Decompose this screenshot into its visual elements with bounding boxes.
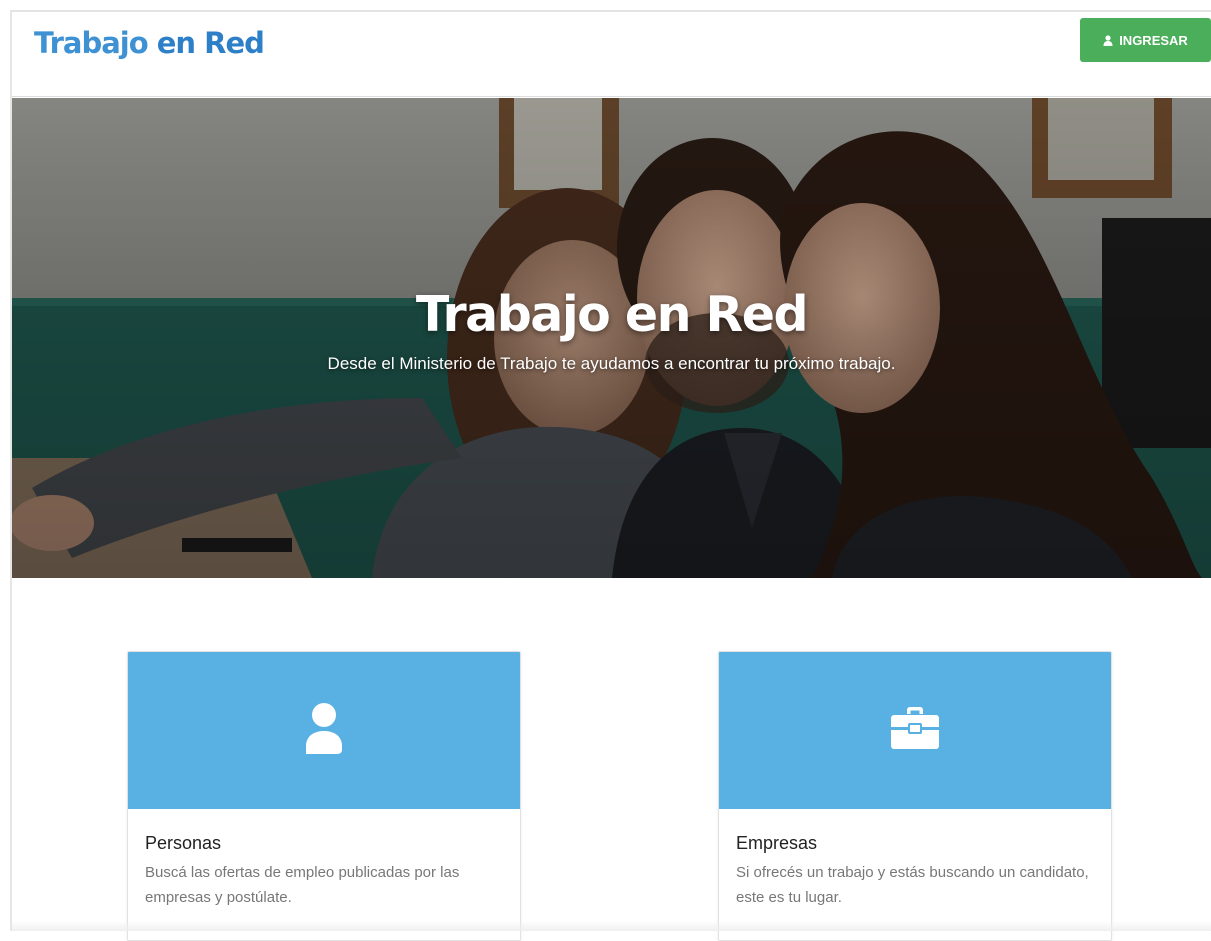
briefcase-icon xyxy=(890,706,940,755)
bottom-fade xyxy=(12,921,1211,931)
site-header: Trabajo en Red INGRESAR xyxy=(12,12,1211,97)
hero-subtitle: Desde el Ministerio de Trabajo te ayudam… xyxy=(327,354,896,373)
personas-card-text: Buscá las ofertas de empleo publicadas p… xyxy=(145,864,460,906)
user-icon xyxy=(1103,34,1113,46)
hero-banner: Trabajo en Red Desde el Ministerio de Tr… xyxy=(12,98,1211,578)
person-icon xyxy=(304,702,344,759)
empresas-card-title: Empresas xyxy=(736,833,818,853)
site-logo[interactable]: Trabajo en Red xyxy=(34,26,265,60)
landing-page: Trabajo en Red INGRESAR Trabajo en Red D… xyxy=(0,0,1211,941)
hero-title: Trabajo en Red xyxy=(415,286,809,343)
personas-card[interactable]: Personas Buscá las ofertas de empleo pub… xyxy=(127,651,521,941)
logo-text-part2: en Red xyxy=(156,26,265,60)
personas-card-title: Personas xyxy=(145,833,222,853)
empresas-card[interactable]: Empresas Si ofrecés un trabajo y estás b… xyxy=(718,651,1112,941)
logo-text-part1: Trabajo xyxy=(34,26,157,60)
login-button-label: INGRESAR xyxy=(1119,32,1188,48)
empresas-card-banner xyxy=(719,652,1111,809)
login-button[interactable]: INGRESAR xyxy=(1080,18,1211,62)
personas-card-banner xyxy=(128,652,520,809)
empresas-card-text: Si ofrecés un trabajo y estás buscando u… xyxy=(736,864,1089,906)
